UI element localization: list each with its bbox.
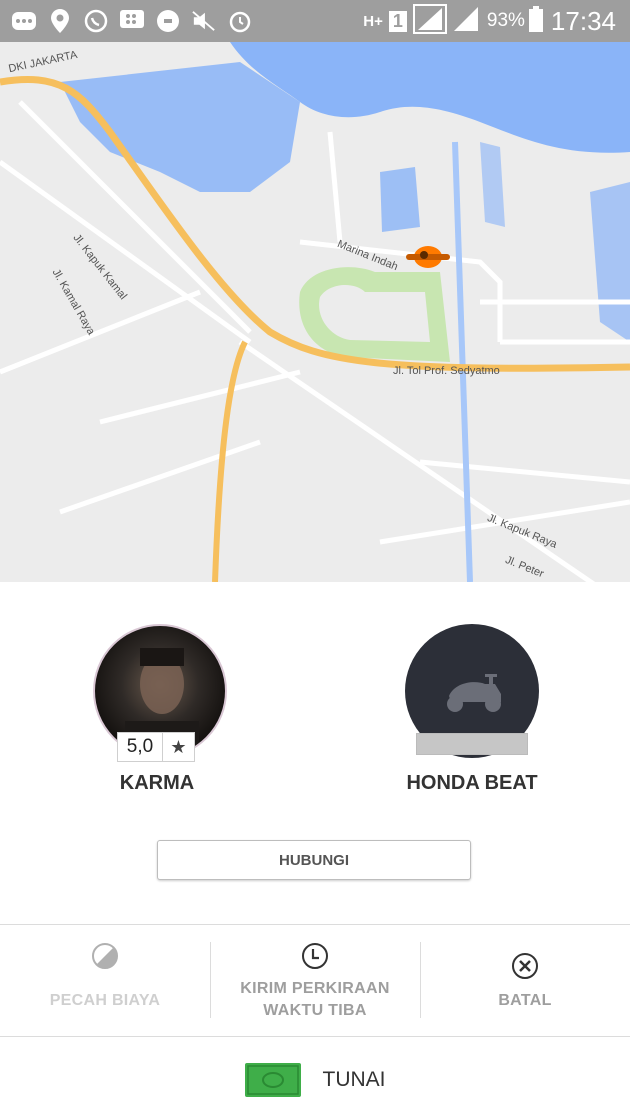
- send-eta-label: KIRIM PERKIRAAN WAKTU TIBA: [240, 980, 390, 1019]
- clock: 17:34: [550, 5, 616, 36]
- split-fare-button[interactable]: PECAH BIAYA: [0, 942, 210, 1032]
- bbm-icon: [120, 9, 144, 33]
- payment-method[interactable]: TUNAI: [0, 1040, 630, 1120]
- mute-icon: [192, 9, 216, 33]
- alarm-icon: [228, 9, 252, 33]
- divider-bottom: [0, 1036, 630, 1037]
- split-fare-icon: [91, 942, 119, 970]
- divider-top: [0, 924, 630, 925]
- driver-name: KARMA: [119, 772, 195, 794]
- star-icon: ★: [170, 736, 187, 757]
- map-canvas: [0, 42, 630, 582]
- network-type: H+: [363, 12, 383, 30]
- battery-percent: 93%: [486, 10, 525, 31]
- whatsapp-icon: [84, 9, 108, 33]
- payment-label: TUNAI: [322, 1068, 386, 1091]
- pond-water: [380, 167, 420, 232]
- cancel-icon: [511, 952, 539, 980]
- split-fare-label: PECAH BIAYA: [49, 992, 161, 1009]
- cancel-button[interactable]: BATAL: [420, 942, 630, 1032]
- more-icon: [12, 9, 36, 33]
- signal-icon-2: [453, 6, 479, 37]
- uber-icon: [156, 9, 180, 33]
- license-plate: [416, 733, 528, 755]
- driver-rating: 5,0 ★: [117, 732, 195, 762]
- clock-icon: [301, 942, 329, 970]
- battery-icon: [528, 5, 543, 37]
- signal-icon: [412, 3, 447, 39]
- map-view[interactable]: DKI JAKARTA Jl. Kapuk Kamal Jl. Kamal Ra…: [0, 42, 630, 582]
- status-bar: H+ 1 93% 17:34: [0, 0, 630, 42]
- map-label-tol: Jl. Tol Prof. Sedyatmo: [393, 365, 500, 377]
- sim-badge: 1: [388, 10, 407, 32]
- location-icon: [48, 9, 72, 33]
- send-eta-button[interactable]: KIRIM PERKIRAAN WAKTU TIBA: [210, 942, 420, 1032]
- cancel-label: BATAL: [498, 992, 552, 1009]
- cash-icon: [244, 1063, 301, 1097]
- rating-value: 5,0: [118, 733, 163, 761]
- vehicle-name: HONDA BEAT: [406, 772, 538, 794]
- contact-button[interactable]: HUBUNGI: [157, 840, 471, 880]
